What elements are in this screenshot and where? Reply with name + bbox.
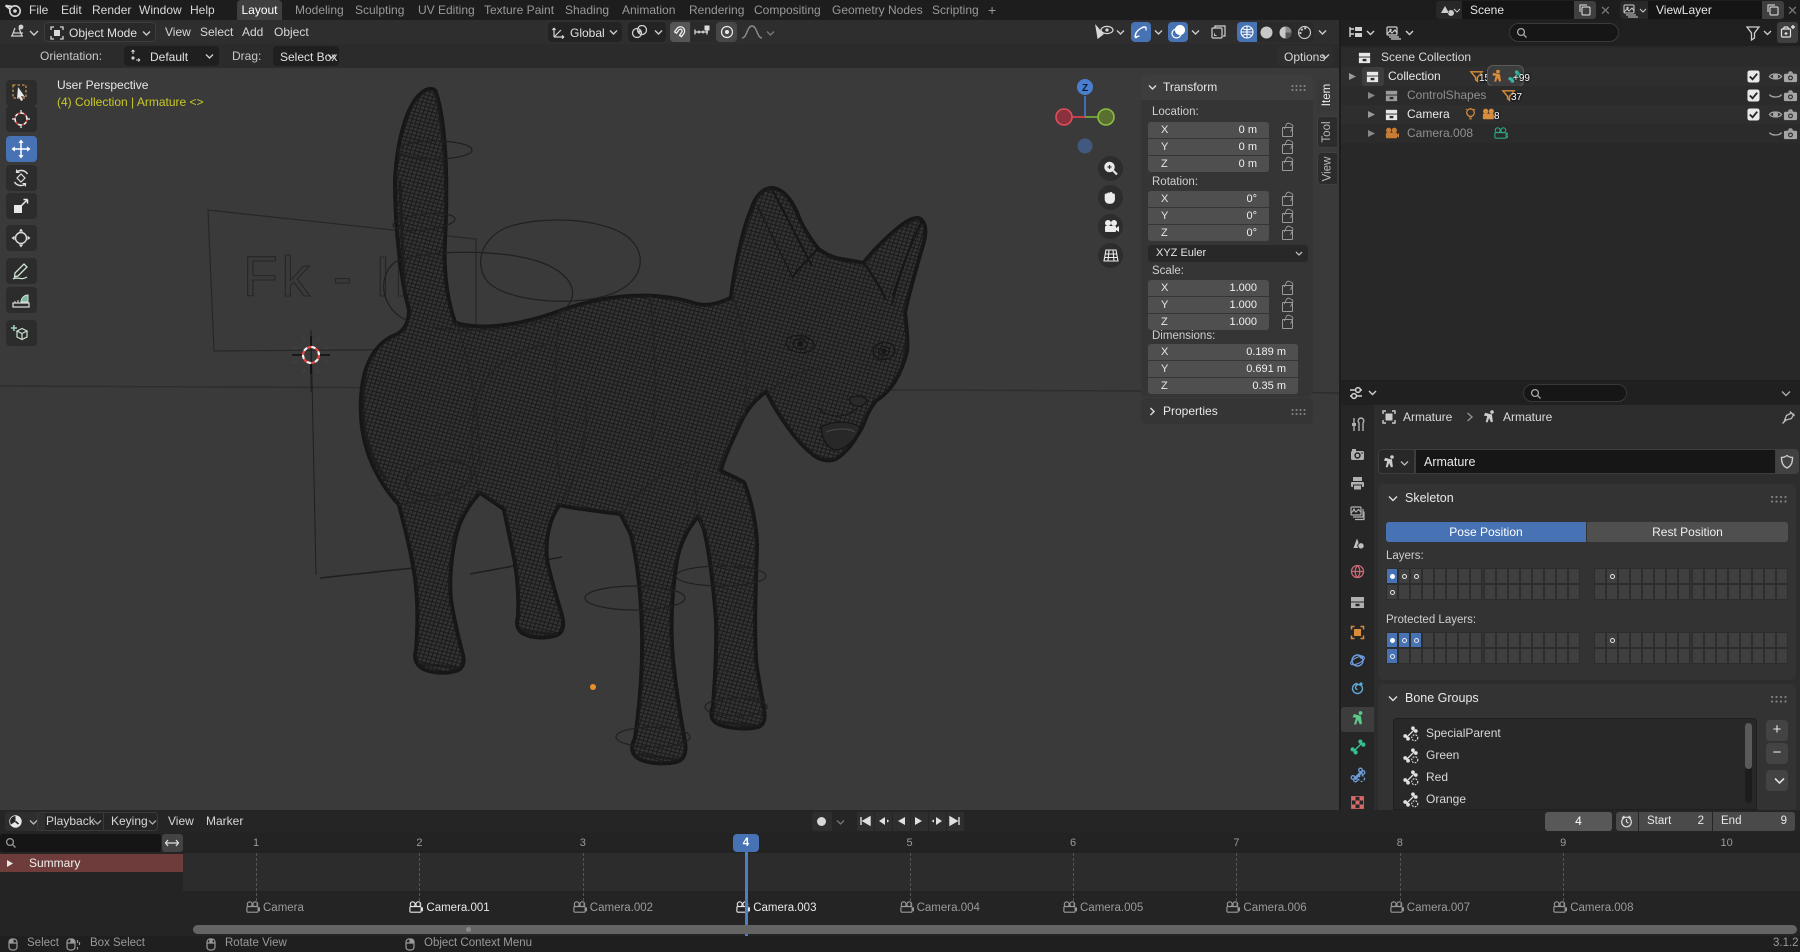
svg-text:Fk - Ik: Fk - Ik (243, 245, 424, 309)
svg-text:Z: Z (1082, 83, 1088, 94)
